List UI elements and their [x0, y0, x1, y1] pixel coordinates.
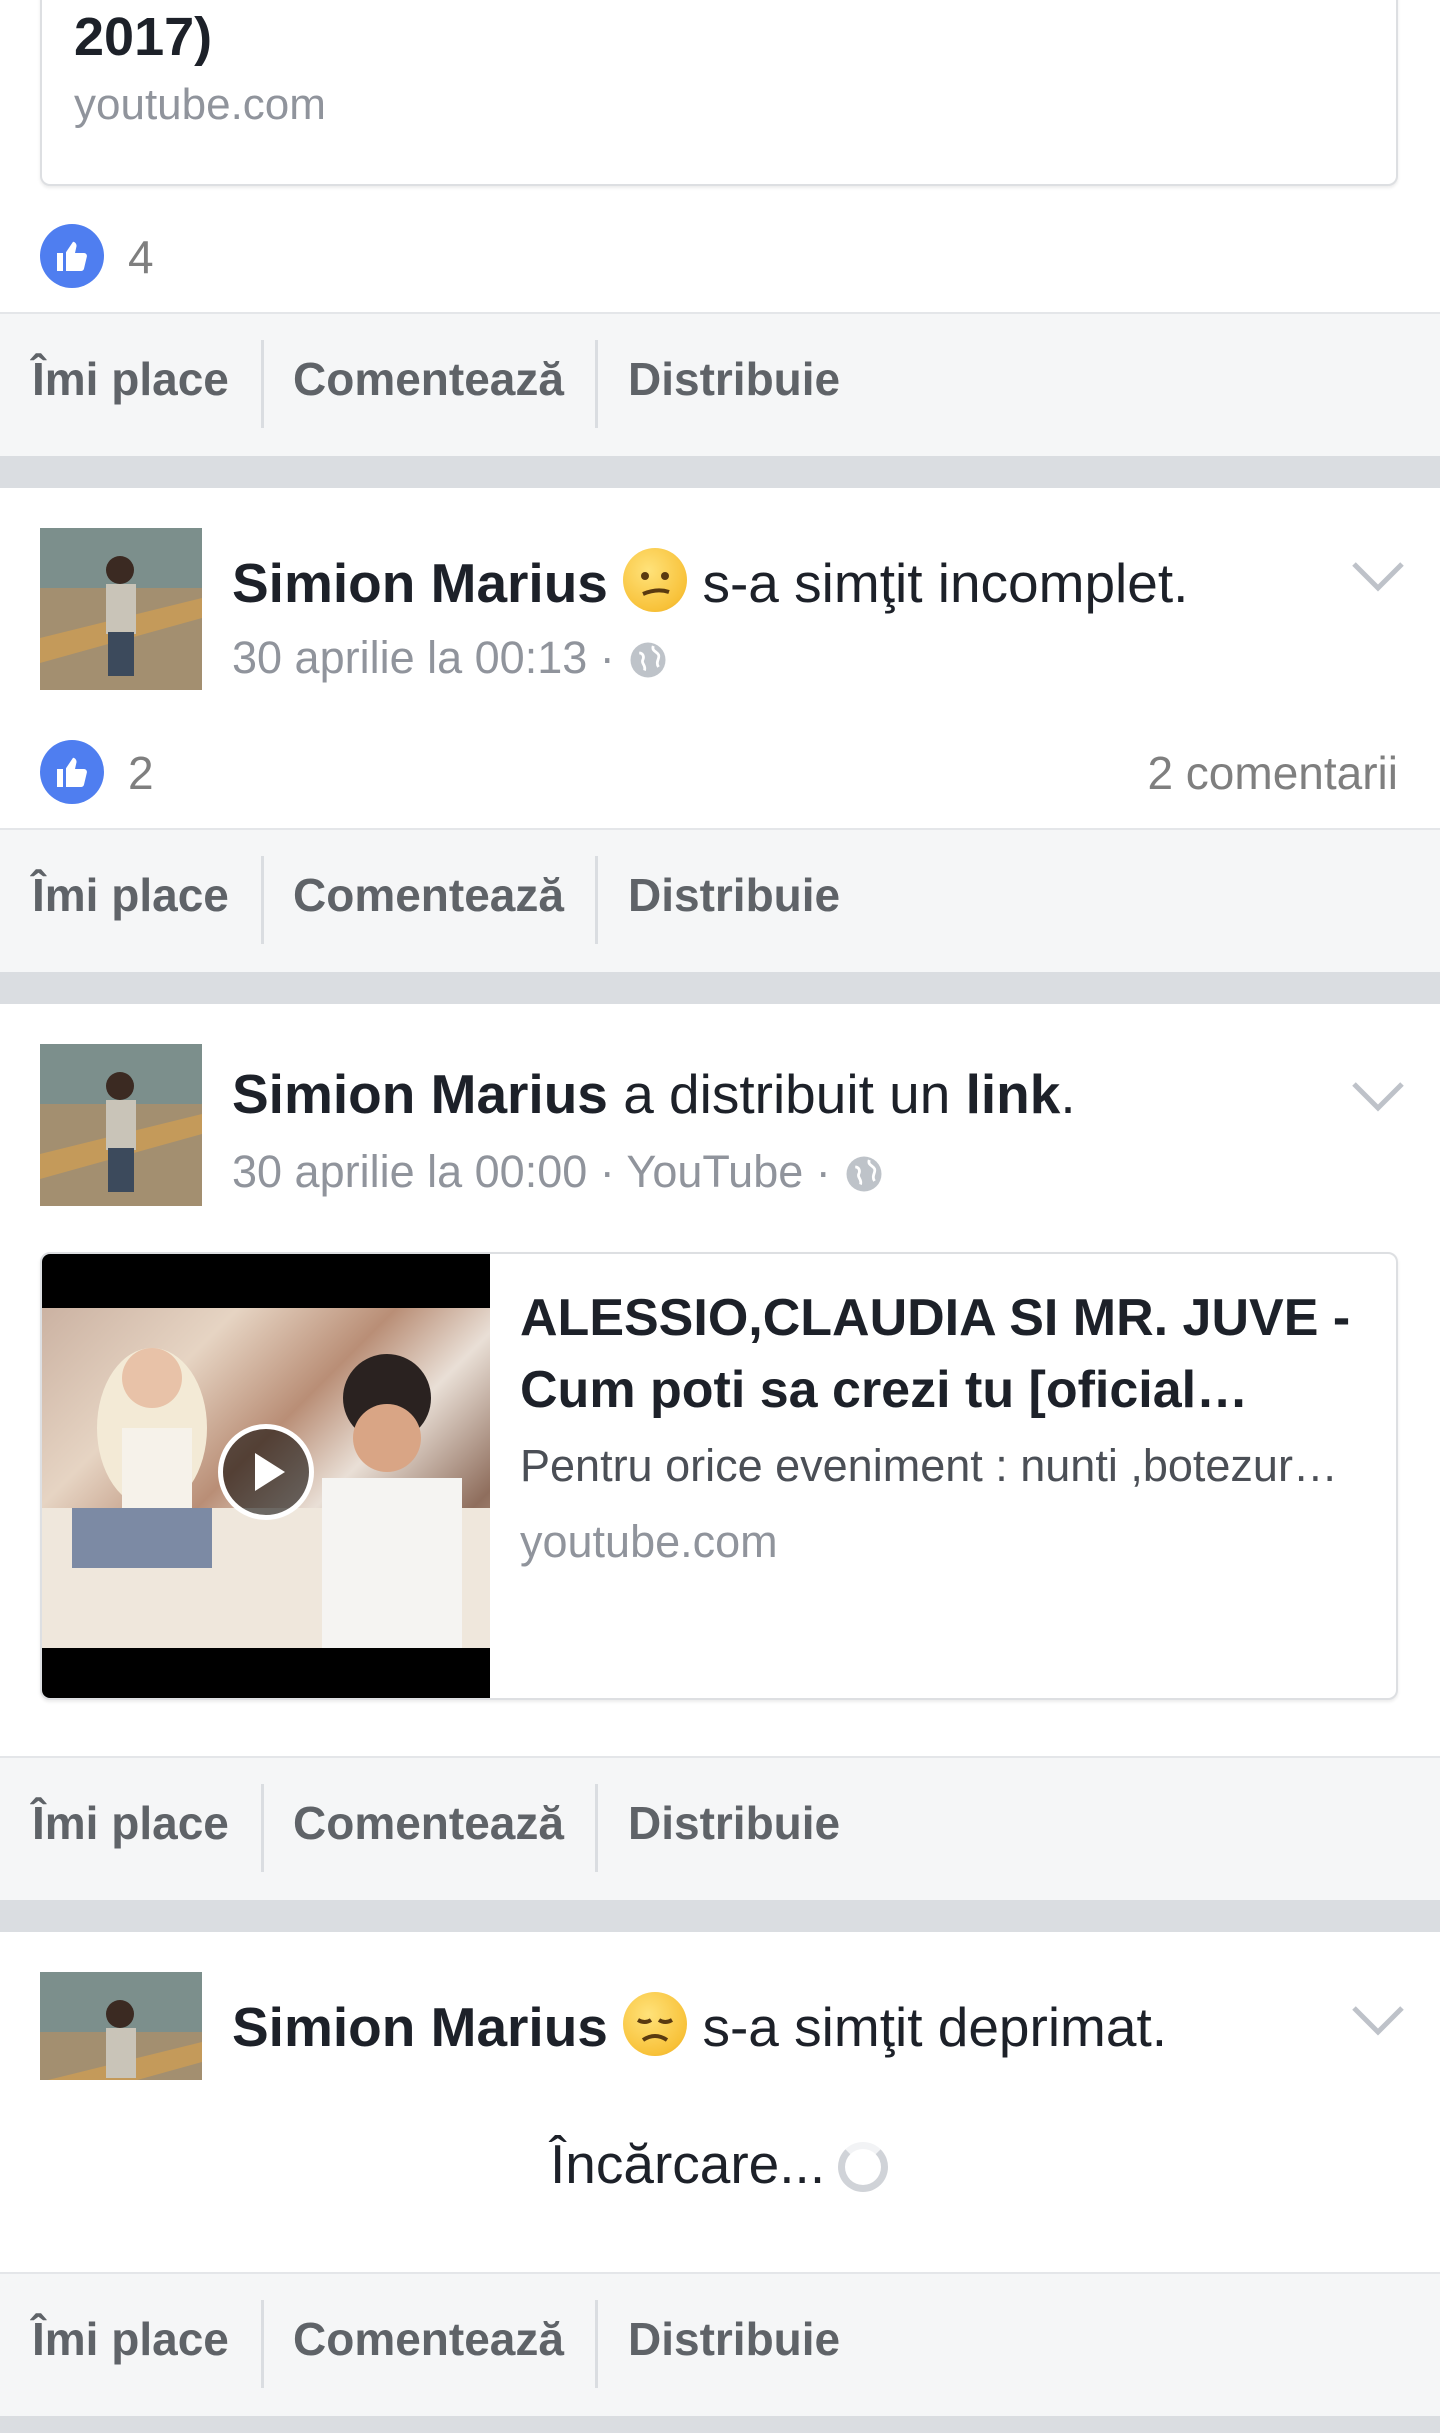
link-word[interactable]: link — [966, 1063, 1061, 1125]
link-card-title[interactable]: 2017) — [74, 6, 212, 68]
shared-text: a distribuit un — [623, 1063, 951, 1125]
chevron-down-icon[interactable] — [1348, 2000, 1408, 2040]
post-divider — [0, 456, 1440, 488]
avatar[interactable] — [40, 1044, 202, 1206]
link-card-previous[interactable]: 2017) youtube.com — [40, 0, 1398, 186]
post-divider — [0, 2416, 1440, 2433]
separator — [595, 340, 598, 428]
like-button[interactable]: Îmi place — [32, 868, 229, 922]
like-count[interactable]: 2 — [128, 746, 154, 800]
video-thumbnail[interactable] — [42, 1254, 490, 1698]
author-name[interactable]: Simion Marius — [232, 1996, 608, 2058]
post-meta: 30 aprilie la 00:13 · — [232, 632, 669, 684]
link-card-domain: youtube.com — [74, 80, 326, 129]
video-domain: youtube.com — [520, 1516, 778, 1567]
comment-button[interactable]: Comentează — [293, 868, 564, 922]
feeling-text: s-a simţit deprimat. — [702, 1996, 1168, 2058]
loading-indicator: Încărcare... — [0, 2080, 1440, 2276]
like-reaction-icon — [40, 740, 104, 804]
video-title[interactable]: ALESSIO,CLAUDIA SI MR. JUVE - Cum poti s… — [520, 1282, 1380, 1426]
confused-face-icon — [623, 548, 688, 612]
globe-icon — [846, 1156, 882, 1192]
chevron-down-icon[interactable] — [1348, 556, 1408, 596]
share-button[interactable]: Distribuie — [628, 1796, 840, 1850]
separator — [261, 856, 264, 944]
post-divider — [0, 1900, 1440, 1932]
avatar[interactable] — [40, 1972, 202, 2080]
post-divider — [0, 972, 1440, 1004]
timestamp[interactable]: 30 aprilie la 00:13 · — [232, 632, 615, 683]
share-button[interactable]: Distribuie — [628, 2312, 840, 2366]
reactions-row[interactable]: 4 — [0, 212, 1440, 302]
spinner-icon — [838, 2142, 888, 2192]
loading-text: Încărcare... — [550, 2133, 826, 2195]
separator — [595, 856, 598, 944]
video-description: Pentru orice eveniment : nunti ,botezur… — [520, 1440, 1338, 1491]
like-reaction-icon — [40, 224, 104, 288]
action-bar: Îmi place Comentează Distribuie — [0, 2272, 1440, 2416]
post-header-line: Simion Marius s-a simţit incomplet. — [232, 548, 1188, 615]
globe-icon — [630, 642, 666, 678]
play-icon[interactable] — [218, 1424, 314, 1520]
sad-face-icon — [623, 1992, 688, 2056]
reactions-row[interactable]: 2 2 comentarii — [0, 728, 1440, 818]
like-button[interactable]: Îmi place — [32, 2312, 229, 2366]
separator — [261, 1784, 264, 1872]
video-link-card[interactable]: ALESSIO,CLAUDIA SI MR. JUVE - Cum poti s… — [40, 1252, 1398, 1700]
period: . — [1060, 1063, 1076, 1125]
post-meta: 30 aprilie la 00:00 · YouTube · — [232, 1146, 885, 1198]
avatar[interactable] — [40, 528, 202, 690]
like-count[interactable]: 4 — [128, 230, 154, 284]
feeling-text: s-a simţit incomplet. — [702, 552, 1189, 614]
post-header-line: Simion Marius s-a simţit deprimat. — [232, 1992, 1167, 2059]
comment-button[interactable]: Comentează — [293, 2312, 564, 2366]
separator — [595, 1784, 598, 1872]
separator — [261, 2300, 264, 2388]
comments-count[interactable]: 2 comentarii — [1147, 746, 1398, 800]
share-button[interactable]: Distribuie — [628, 868, 840, 922]
post-header-line: Simion Marius a distribuit un link. — [232, 1062, 1076, 1126]
chevron-down-icon[interactable] — [1348, 1076, 1408, 1116]
comment-button[interactable]: Comentează — [293, 352, 564, 406]
author-name[interactable]: Simion Marius — [232, 552, 608, 614]
timestamp[interactable]: 30 aprilie la 00:00 · YouTube · — [232, 1146, 831, 1197]
comment-button[interactable]: Comentează — [293, 1796, 564, 1850]
author-name[interactable]: Simion Marius — [232, 1063, 608, 1125]
action-bar: Îmi place Comentează Distribuie — [0, 1756, 1440, 1900]
share-button[interactable]: Distribuie — [628, 352, 840, 406]
action-bar: Îmi place Comentează Distribuie — [0, 312, 1440, 456]
action-bar: Îmi place Comentează Distribuie — [0, 828, 1440, 972]
like-button[interactable]: Îmi place — [32, 352, 229, 406]
like-button[interactable]: Îmi place — [32, 1796, 229, 1850]
separator — [261, 340, 264, 428]
separator — [595, 2300, 598, 2388]
